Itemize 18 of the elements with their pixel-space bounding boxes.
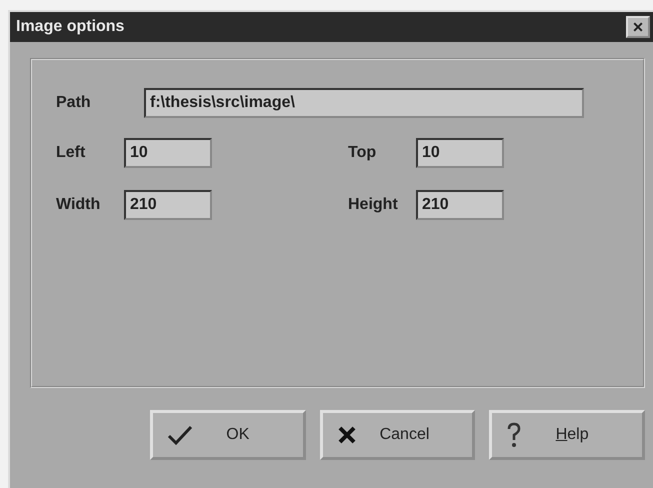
close-icon bbox=[336, 425, 357, 445]
path-field[interactable]: f:\thesis\src\image\ bbox=[144, 88, 584, 118]
input-field[interactable]: 10 bbox=[124, 138, 212, 168]
cancel-button[interactable]: Cancel bbox=[320, 410, 476, 460]
checkmark-icon bbox=[167, 424, 193, 446]
field-label: Width bbox=[56, 196, 102, 214]
close-button[interactable]: × bbox=[626, 16, 650, 38]
field-label: Height bbox=[348, 196, 399, 214]
window-title: Image options bbox=[16, 18, 124, 36]
confirm-button[interactable]: OK bbox=[150, 410, 306, 460]
input-field[interactable]: 210 bbox=[124, 190, 212, 220]
field-label: Top bbox=[348, 144, 378, 162]
path-label: Path bbox=[56, 94, 92, 112]
help-button[interactable]: Help bbox=[489, 410, 646, 460]
field-label: Left bbox=[56, 144, 86, 162]
input-field[interactable]: 10 bbox=[416, 138, 504, 168]
question-mark-icon bbox=[506, 422, 522, 448]
input-field[interactable]: 210 bbox=[416, 190, 504, 220]
